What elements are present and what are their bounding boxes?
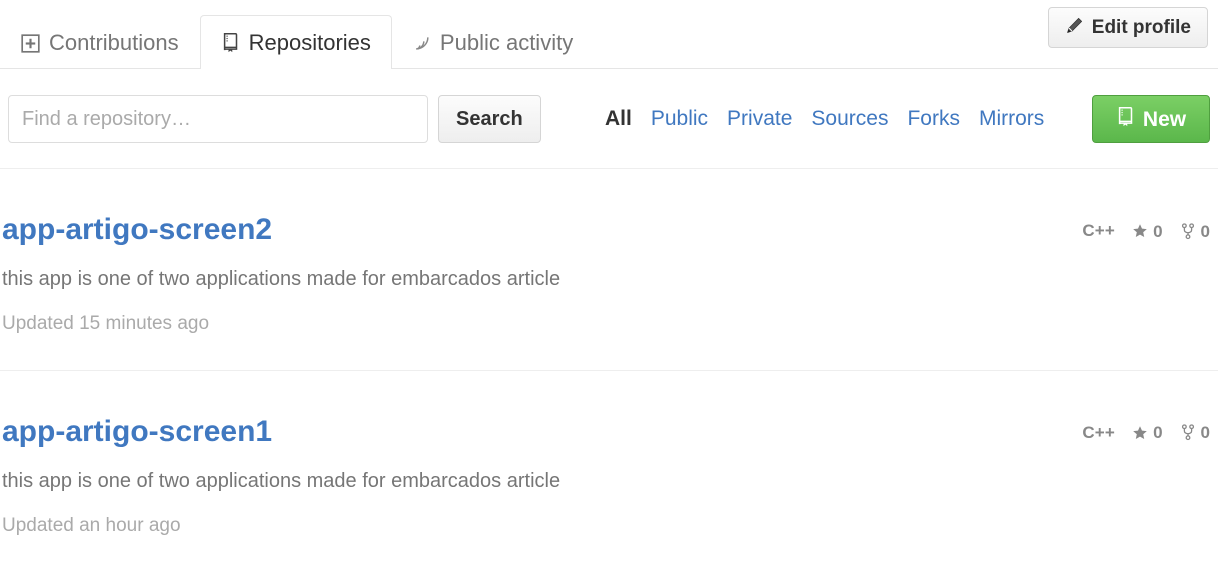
star-icon bbox=[1132, 223, 1148, 239]
new-repository-label: New bbox=[1142, 107, 1187, 131]
profile-tabnav: Contributions Repositories Public activi… bbox=[0, 0, 1218, 70]
filter-link-private[interactable]: Private bbox=[727, 107, 792, 131]
profile-repositories-page: Contributions Repositories Public activi… bbox=[0, 0, 1218, 582]
repository-forks[interactable]: 0 bbox=[1180, 424, 1210, 441]
tab-public-activity[interactable]: Public activity bbox=[392, 16, 594, 69]
filter-link-mirrors[interactable]: Mirrors bbox=[979, 107, 1044, 131]
fork-icon bbox=[1180, 222, 1196, 240]
repository-stars-count: 0 bbox=[1153, 221, 1163, 241]
tab-list: Contributions Repositories Public activi… bbox=[0, 15, 594, 70]
filter-link-all[interactable]: All bbox=[605, 107, 632, 131]
repository-updated-time: Updated 15 minutes ago bbox=[2, 313, 210, 334]
repo-search-form: Search bbox=[8, 95, 541, 143]
repository-stats: C++ 0 0 bbox=[1082, 423, 1210, 443]
edit-profile-button[interactable]: Edit profile bbox=[1047, 7, 1208, 48]
repository-stars[interactable]: 0 bbox=[1132, 221, 1163, 241]
rss-feed-icon bbox=[413, 34, 431, 52]
tab-repositories[interactable]: Repositories bbox=[199, 15, 392, 70]
repository-list: C++ 0 0 app-artigo-screen2 this app is o… bbox=[0, 169, 1218, 572]
filter-link-public[interactable]: Public bbox=[651, 107, 708, 131]
repository-list-item: C++ 0 bbox=[0, 169, 1218, 371]
new-repository-button[interactable]: New bbox=[1092, 95, 1210, 143]
repository-description: this app is one of two applications made… bbox=[2, 268, 561, 290]
filter-link-sources[interactable]: Sources bbox=[811, 107, 888, 131]
repository-name-link[interactable]: app-artigo-screen1 bbox=[2, 416, 272, 447]
star-icon bbox=[1132, 425, 1148, 441]
repository-name-link[interactable]: app-artigo-screen2 bbox=[2, 215, 272, 245]
repo-book-icon bbox=[221, 32, 240, 53]
tab-contributions[interactable]: Contributions bbox=[0, 16, 200, 69]
repo-type-filters: All Public Private Sources Forks Mirrors bbox=[605, 69, 1044, 169]
tab-public-activity-label: Public activity bbox=[439, 30, 574, 55]
search-button[interactable]: Search bbox=[438, 95, 541, 143]
filter-link-forks[interactable]: Forks bbox=[907, 107, 960, 131]
repository-language: C++ bbox=[1082, 422, 1116, 442]
edit-profile-label: Edit profile bbox=[1091, 17, 1191, 38]
repository-stats: C++ 0 0 bbox=[1082, 221, 1210, 241]
pencil-icon bbox=[1065, 17, 1083, 39]
repository-forks-count: 0 bbox=[1200, 221, 1210, 241]
repository-list-item: C++ 0 bbox=[0, 371, 1218, 572]
repository-forks[interactable]: 0 bbox=[1180, 223, 1210, 240]
fork-icon bbox=[1180, 424, 1196, 441]
repository-language: C++ bbox=[1082, 221, 1116, 240]
contributions-plus-icon bbox=[21, 33, 40, 53]
repository-forks-count: 0 bbox=[1200, 423, 1210, 443]
repo-filter-bar: Search All Public Private Sources Forks … bbox=[0, 69, 1218, 169]
repository-stars[interactable]: 0 bbox=[1132, 423, 1163, 443]
repo-book-icon bbox=[1116, 106, 1135, 131]
search-input[interactable] bbox=[8, 95, 428, 143]
tab-contributions-label: Contributions bbox=[49, 30, 179, 55]
tab-repositories-label: Repositories bbox=[248, 29, 371, 55]
repository-updated-time: Updated an hour ago bbox=[2, 514, 181, 536]
repository-description: this app is one of two applications made… bbox=[2, 469, 561, 492]
repository-stars-count: 0 bbox=[1153, 423, 1163, 443]
